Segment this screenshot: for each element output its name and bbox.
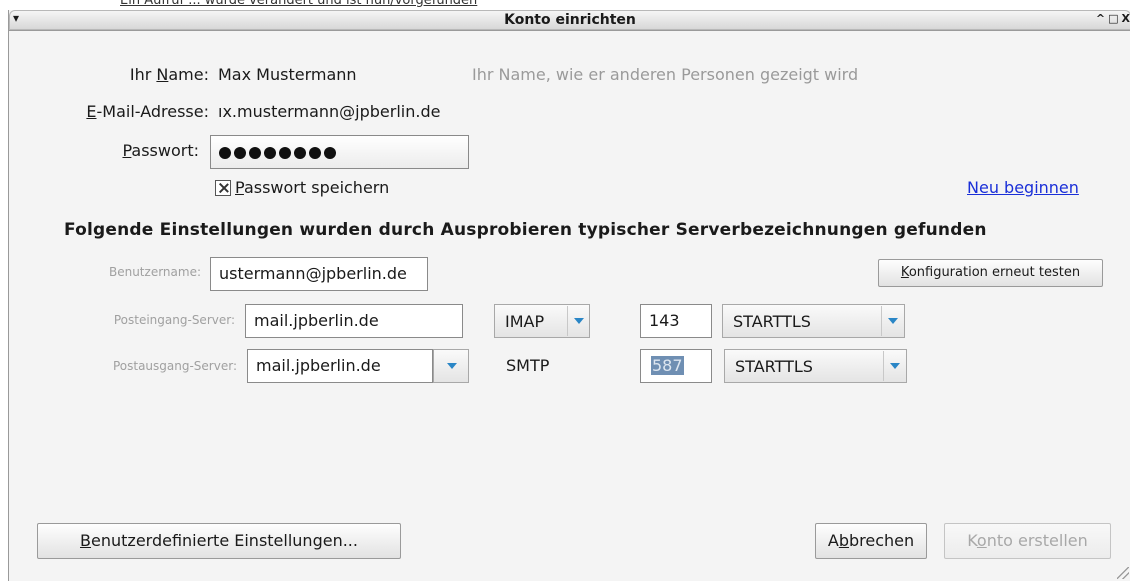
- incoming-security-value: STARTTLS: [733, 312, 811, 331]
- name-label-key: N: [156, 65, 169, 84]
- custom-settings-key: B: [80, 531, 92, 550]
- chevron-down-icon: [441, 351, 463, 381]
- create-account-button[interactable]: Konto erstellen: [944, 523, 1111, 559]
- incoming-port-field[interactable]: 143: [640, 304, 712, 338]
- username-field[interactable]: ustermann@jpberlin.de: [210, 257, 428, 291]
- email-label-key: E: [86, 102, 97, 121]
- incoming-label: Posteingang-Server:: [113, 313, 235, 327]
- password-label-post: asswort:: [131, 141, 199, 160]
- window-title: Konto einrichten: [504, 12, 636, 28]
- chevron-down-icon: [883, 351, 906, 381]
- password-dot: [249, 146, 261, 159]
- cancel-button[interactable]: Abbrechen: [815, 523, 927, 559]
- username-label: Benutzername:: [108, 265, 201, 279]
- password-dot: [234, 146, 246, 159]
- name-label-post: ame:: [168, 65, 209, 84]
- name-hint: Ihr Name, wie er anderen Personen gezeig…: [472, 65, 859, 84]
- background-text: Ein Aufruf ... wurde verändert und ist n…: [120, 0, 478, 8]
- remember-password-checkbox[interactable]: [215, 180, 231, 196]
- remember-password-label[interactable]: Passwort speichern: [235, 178, 389, 197]
- shade-icon[interactable]: ^: [1096, 12, 1106, 25]
- name-label: Ihr Name:: [59, 65, 209, 84]
- password-dot: [219, 146, 231, 159]
- incoming-security-select[interactable]: STARTTLS: [722, 304, 905, 338]
- remember-password-key: P: [235, 178, 244, 197]
- password-dot: [309, 146, 321, 159]
- email-field[interactable]: ıx.mustermann@jpberlin.de: [218, 102, 440, 121]
- close-icon[interactable]: X: [1122, 12, 1130, 25]
- outgoing-port-value: 587: [651, 356, 684, 375]
- custom-settings-post: enutzerdefinierte Einstellungen...: [91, 531, 358, 550]
- remember-password-post: asswort speichern: [243, 178, 390, 197]
- incoming-server-field[interactable]: mail.jpberlin.de: [245, 304, 463, 338]
- resize-grip-icon[interactable]: [1117, 567, 1129, 579]
- create-pre: K: [967, 531, 977, 550]
- cancel-post: brechen: [848, 531, 915, 550]
- create-post: nto erstellen: [986, 531, 1088, 550]
- cancel-key: b: [838, 531, 849, 550]
- password-field[interactable]: [210, 135, 469, 169]
- restart-link[interactable]: Neu beginnen: [967, 178, 1079, 197]
- title-bar: ▾ Konto einrichten ^ □ X: [9, 10, 1130, 31]
- password-label: Passwort:: [99, 141, 199, 160]
- create-key: o: [976, 531, 987, 550]
- outgoing-port-field[interactable]: 587: [640, 349, 712, 383]
- retest-key: K: [900, 265, 909, 280]
- password-dot: [294, 146, 306, 159]
- outgoing-label: Postausgang-Server:: [112, 359, 237, 373]
- outgoing-server-field[interactable]: mail.jpberlin.de: [247, 349, 433, 383]
- incoming-protocol-select[interactable]: IMAP: [494, 304, 590, 338]
- outgoing-security-select[interactable]: STARTTLS: [724, 349, 907, 383]
- chevron-down-icon: [881, 306, 904, 336]
- settings-heading: Folgende Einstellungen wurden durch Ausp…: [64, 220, 987, 240]
- chevron-down-icon: [567, 306, 590, 336]
- account-setup-dialog: ▾ Konto einrichten ^ □ X Ihr Name: Max Mus…: [8, 10, 1130, 581]
- retest-config-button[interactable]: Konfiguration erneut testen: [878, 259, 1103, 287]
- custom-settings-button[interactable]: Benutzerdefinierte Einstellungen...: [37, 523, 401, 559]
- maximize-icon[interactable]: □: [1108, 12, 1119, 25]
- window-controls: ^ □ X: [1094, 12, 1130, 25]
- cancel-pre: A: [827, 531, 839, 550]
- outgoing-server-dropdown[interactable]: [433, 349, 469, 383]
- incoming-protocol-value: IMAP: [505, 312, 545, 331]
- email-label-post: -Mail-Adresse:: [96, 102, 210, 121]
- password-dots: [219, 142, 339, 161]
- outgoing-protocol: SMTP: [506, 356, 550, 375]
- outgoing-security-value: STARTTLS: [735, 357, 813, 376]
- password-dot: [324, 146, 336, 159]
- name-field[interactable]: Max Mustermann: [218, 65, 357, 84]
- password-dot: [279, 146, 291, 159]
- email-label: E-Mail-Adresse:: [49, 102, 209, 121]
- name-label-pre: Ihr: [129, 65, 157, 84]
- password-dot: [264, 146, 276, 159]
- retest-post: onfiguration erneut testen: [908, 265, 1081, 280]
